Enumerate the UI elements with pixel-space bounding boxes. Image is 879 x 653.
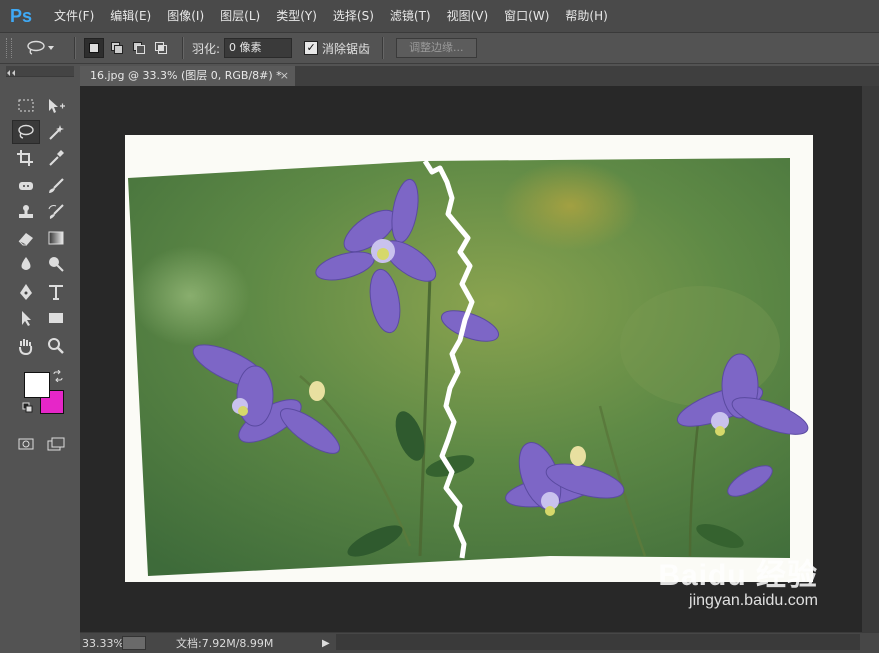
swap-colors-icon[interactable] xyxy=(52,370,64,382)
dodge-tool[interactable] xyxy=(42,252,70,276)
blur-tool[interactable] xyxy=(12,252,40,276)
lasso-tool[interactable] xyxy=(12,120,40,144)
feather-input[interactable]: 0 像素 xyxy=(224,38,293,58)
hand-icon xyxy=(19,339,33,355)
status-preview-icon[interactable] xyxy=(122,636,146,650)
intersect-selection-button[interactable] xyxy=(152,39,170,57)
options-separator xyxy=(74,37,76,59)
watermark: Baidu 经验 jingyan.baidu.com xyxy=(658,550,818,610)
blur-drop-icon xyxy=(21,257,31,270)
options-separator xyxy=(382,37,385,59)
menu-bar: Ps 文件(F) 编辑(E) 图像(I) 图层(L) 类型(Y) 选择(S) 滤… xyxy=(0,0,879,33)
subtract-selection-icon xyxy=(133,42,145,54)
add-selection-icon xyxy=(111,42,123,54)
add-selection-button[interactable] xyxy=(108,39,126,57)
refine-edge-button[interactable]: 调整边缘... xyxy=(396,38,477,58)
hand-tool[interactable] xyxy=(12,334,40,358)
doc-size: 文档:7.92M/8.99M xyxy=(176,637,274,650)
magic-wand-tool[interactable] xyxy=(42,120,70,144)
marquee-tool[interactable] xyxy=(12,94,40,118)
rectangle-tool[interactable] xyxy=(42,306,70,330)
tools-panel-header[interactable] xyxy=(6,66,74,77)
tool-preset-picker[interactable] xyxy=(26,40,66,56)
new-selection-button[interactable] xyxy=(84,38,104,58)
feather-label: 羽化: xyxy=(192,41,221,56)
menu-edit[interactable]: 编辑(E) xyxy=(102,0,159,32)
arrow-icon xyxy=(22,311,31,326)
history-brush-icon xyxy=(48,204,64,219)
options-grip[interactable] xyxy=(6,38,12,58)
options-separator xyxy=(182,37,184,59)
menu-file[interactable]: 文件(F) xyxy=(46,0,102,32)
marquee-icon xyxy=(18,99,34,112)
spot-healing-tool[interactable] xyxy=(12,174,40,198)
options-bar: 羽化: 0 像素 ✓ 消除锯齿 调整边缘... xyxy=(0,33,879,64)
quick-mask-button[interactable] xyxy=(12,432,40,456)
menu-view[interactable]: 视图(V) xyxy=(439,0,497,32)
menu-help[interactable]: 帮助(H) xyxy=(557,0,615,32)
history-brush-tool[interactable] xyxy=(42,200,70,224)
stamp-icon xyxy=(19,205,33,218)
screen-mode-button[interactable] xyxy=(42,432,70,456)
ps-logo: Ps xyxy=(9,5,33,26)
crop-tool[interactable] xyxy=(12,146,40,170)
close-tab-icon[interactable]: × xyxy=(280,66,289,86)
tools-panel xyxy=(6,66,74,451)
brush-icon xyxy=(49,178,64,193)
document-tab[interactable]: 16.jpg @ 33.3% (图层 0, RGB/8#) * × xyxy=(80,66,295,86)
quick-mask-icon xyxy=(18,438,34,450)
watermark-logo: Baidu 经验 xyxy=(658,559,818,592)
antialias-checkbox[interactable]: ✓ xyxy=(304,41,319,55)
pen-icon xyxy=(20,284,32,300)
watermark-url: jingyan.baidu.com xyxy=(689,592,818,609)
dodge-icon xyxy=(49,257,64,272)
bandage-icon xyxy=(19,182,33,190)
crop-icon xyxy=(17,150,33,166)
brush-tool[interactable] xyxy=(42,174,70,198)
menu-image[interactable]: 图像(I) xyxy=(159,0,212,32)
move-icon xyxy=(49,99,65,113)
default-colors-icon[interactable] xyxy=(22,402,34,414)
document-tab-title: 16.jpg @ 33.3% (图层 0, RGB/8#) * xyxy=(90,69,282,82)
move-tool[interactable] xyxy=(42,94,70,118)
lasso-icon xyxy=(27,40,54,55)
type-icon xyxy=(49,285,63,300)
foreground-color-swatch[interactable] xyxy=(24,372,50,398)
pen-tool[interactable] xyxy=(12,280,40,304)
screen-mode-icon xyxy=(47,437,65,451)
magic-wand-icon xyxy=(49,125,64,140)
canvas-area[interactable]: Baidu 经验 jingyan.baidu.com xyxy=(80,86,862,632)
intersect-selection-icon xyxy=(155,42,167,54)
new-selection-icon xyxy=(89,43,99,53)
antialias-label: 消除锯齿 xyxy=(322,41,371,56)
gradient-tool[interactable] xyxy=(42,226,70,250)
vertical-scrollbar[interactable] xyxy=(862,86,879,632)
zoom-icon xyxy=(48,338,64,354)
collapse-icon xyxy=(7,70,15,76)
eraser-tool[interactable] xyxy=(12,226,40,250)
menu-type[interactable]: 类型(Y) xyxy=(268,0,325,32)
color-swatches xyxy=(12,364,72,414)
type-tool[interactable] xyxy=(42,280,70,304)
menu-layer[interactable]: 图层(L) xyxy=(212,0,268,32)
menu-select[interactable]: 选择(S) xyxy=(325,0,382,32)
zoom-tool[interactable] xyxy=(42,334,70,358)
rectangle-icon xyxy=(49,313,63,323)
gradient-icon xyxy=(48,231,64,245)
path-selection-tool[interactable] xyxy=(12,306,40,330)
menu-filter[interactable]: 滤镜(T) xyxy=(382,0,439,32)
menu-window[interactable]: 窗口(W) xyxy=(496,0,557,32)
subtract-selection-button[interactable] xyxy=(130,39,148,57)
eraser-icon xyxy=(18,233,33,246)
photo-image xyxy=(128,158,809,576)
clone-stamp-tool[interactable] xyxy=(12,200,40,224)
document-tab-bar: 16.jpg @ 33.3% (图层 0, RGB/8#) * × xyxy=(80,66,879,86)
status-menu-arrow[interactable]: ▶ xyxy=(322,638,330,649)
lasso-icon xyxy=(18,124,34,139)
eyedropper-icon xyxy=(49,150,64,166)
zoom-level[interactable]: 33.33% xyxy=(80,637,124,650)
horizontal-scrollbar[interactable] xyxy=(336,634,860,650)
eyedropper-tool[interactable] xyxy=(42,146,70,170)
